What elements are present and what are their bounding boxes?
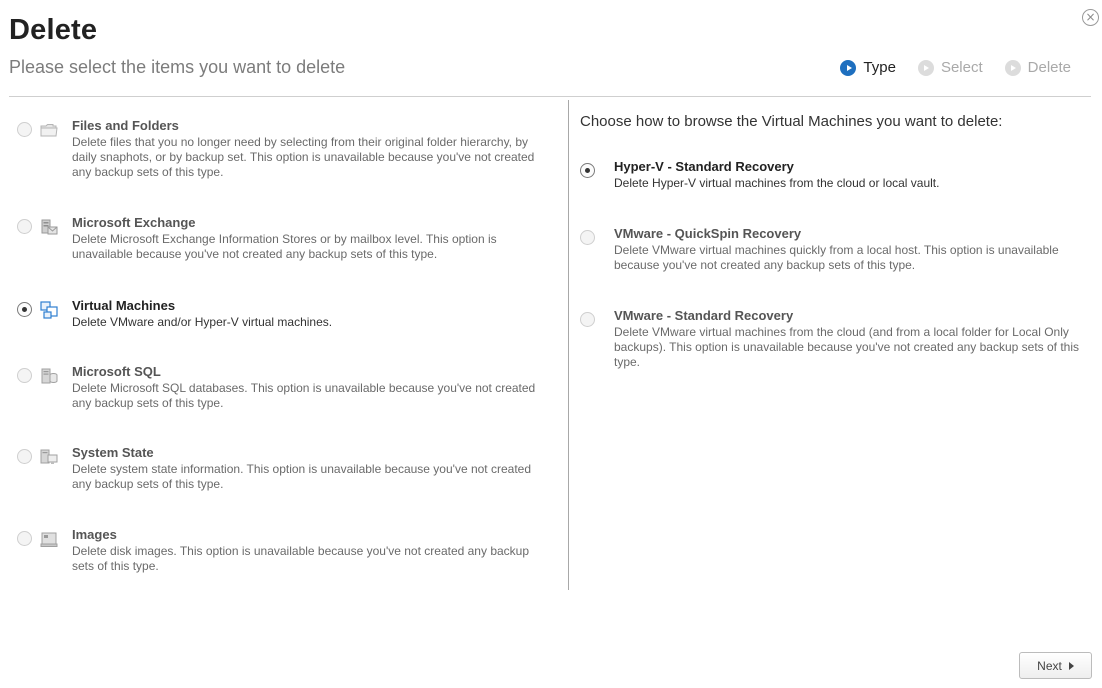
chevron-right-icon: [1068, 661, 1074, 670]
radio-vmware-quickspin-recovery[interactable]: [580, 230, 595, 245]
step-delete: Delete: [1004, 59, 1071, 76]
step-arrow-icon: [917, 59, 934, 76]
radio-microsoft-exchange[interactable]: [17, 219, 32, 234]
radio-hyperv-standard-recovery[interactable]: [580, 163, 595, 178]
next-button-label: Next: [1037, 658, 1062, 673]
page-title: Delete: [9, 14, 98, 46]
option-title: Images: [72, 527, 117, 542]
radio-virtual-machines[interactable]: [17, 302, 32, 317]
option-description: Delete system state information. This op…: [72, 462, 531, 491]
disk-image-icon: [40, 532, 58, 547]
system-state-icon: [40, 449, 58, 464]
step-select: Select: [917, 59, 983, 76]
option-description: Delete Hyper-V virtual machines from the…: [614, 176, 940, 190]
option-files-and-folders[interactable]: Files and Folders Delete files that you …: [17, 118, 547, 180]
radio-images[interactable]: [17, 531, 32, 546]
radio-vmware-standard-recovery[interactable]: [580, 312, 595, 327]
close-button[interactable]: ×: [1082, 9, 1099, 26]
browse-method-heading: Choose how to browse the Virtual Machine…: [580, 113, 1003, 130]
close-icon[interactable]: ×: [1085, 10, 1095, 24]
option-title: VMware - Standard Recovery: [614, 308, 794, 323]
step-label: Delete: [1027, 59, 1071, 76]
option-description: Delete Microsoft Exchange Information St…: [72, 232, 497, 261]
option-description: Delete VMware virtual machines quickly f…: [614, 243, 1059, 272]
step-type: Type: [840, 59, 896, 76]
radio-system-state[interactable]: [17, 449, 32, 464]
option-title: Files and Folders: [72, 118, 179, 133]
option-microsoft-exchange[interactable]: Microsoft Exchange Delete Microsoft Exch…: [17, 215, 547, 262]
next-button[interactable]: Next: [1019, 652, 1092, 679]
option-description: Delete files that you no longer need by …: [72, 135, 535, 179]
option-title: Microsoft Exchange: [72, 215, 196, 230]
wizard-steps: Type Select Delete: [818, 59, 1071, 76]
step-label: Select: [940, 59, 983, 76]
sql-server-icon: [41, 368, 58, 384]
virtual-machines-icon: [40, 301, 58, 319]
option-title: Hyper-V - Standard Recovery: [614, 159, 794, 174]
browse-method-panel: Choose how to browse the Virtual Machine…: [580, 113, 1090, 370]
folder-icon: [40, 124, 58, 137]
radio-files-and-folders[interactable]: [17, 122, 32, 137]
option-title: Virtual Machines: [72, 298, 176, 313]
header-divider: [9, 96, 1091, 97]
option-microsoft-sql[interactable]: Microsoft SQL Delete Microsoft SQL datab…: [17, 364, 547, 411]
page-subtitle: Please select the items you want to dele…: [9, 57, 346, 77]
step-arrow-icon: [1004, 59, 1021, 76]
exchange-server-icon: [41, 219, 58, 235]
panel-divider: [568, 100, 569, 590]
step-arrow-icon: [840, 59, 857, 76]
option-images[interactable]: Images Delete disk images. This option i…: [17, 527, 547, 574]
option-title: System State: [72, 445, 154, 460]
option-description: Delete VMware and/or Hyper-V virtual mac…: [72, 315, 333, 329]
radio-microsoft-sql[interactable]: [17, 368, 32, 383]
option-system-state[interactable]: System State Delete system state informa…: [17, 445, 547, 492]
option-description: Delete Microsoft SQL databases. This opt…: [72, 381, 536, 410]
option-hyperv-standard-recovery[interactable]: Hyper-V - Standard Recovery Delete Hyper…: [580, 159, 1090, 191]
option-virtual-machines[interactable]: Virtual Machines Delete VMware and/or Hy…: [17, 298, 547, 330]
option-title: Microsoft SQL: [72, 364, 161, 379]
option-description: Delete VMware virtual machines from the …: [614, 325, 1080, 369]
option-vmware-quickspin-recovery[interactable]: VMware - QuickSpin Recovery Delete VMwar…: [580, 226, 1090, 273]
option-title: VMware - QuickSpin Recovery: [614, 226, 802, 241]
option-description: Delete disk images. This option is unava…: [72, 544, 530, 573]
option-vmware-standard-recovery[interactable]: VMware - Standard Recovery Delete VMware…: [580, 308, 1090, 370]
type-options-list: Files and Folders Delete files that you …: [17, 118, 547, 574]
step-label: Type: [863, 59, 896, 76]
